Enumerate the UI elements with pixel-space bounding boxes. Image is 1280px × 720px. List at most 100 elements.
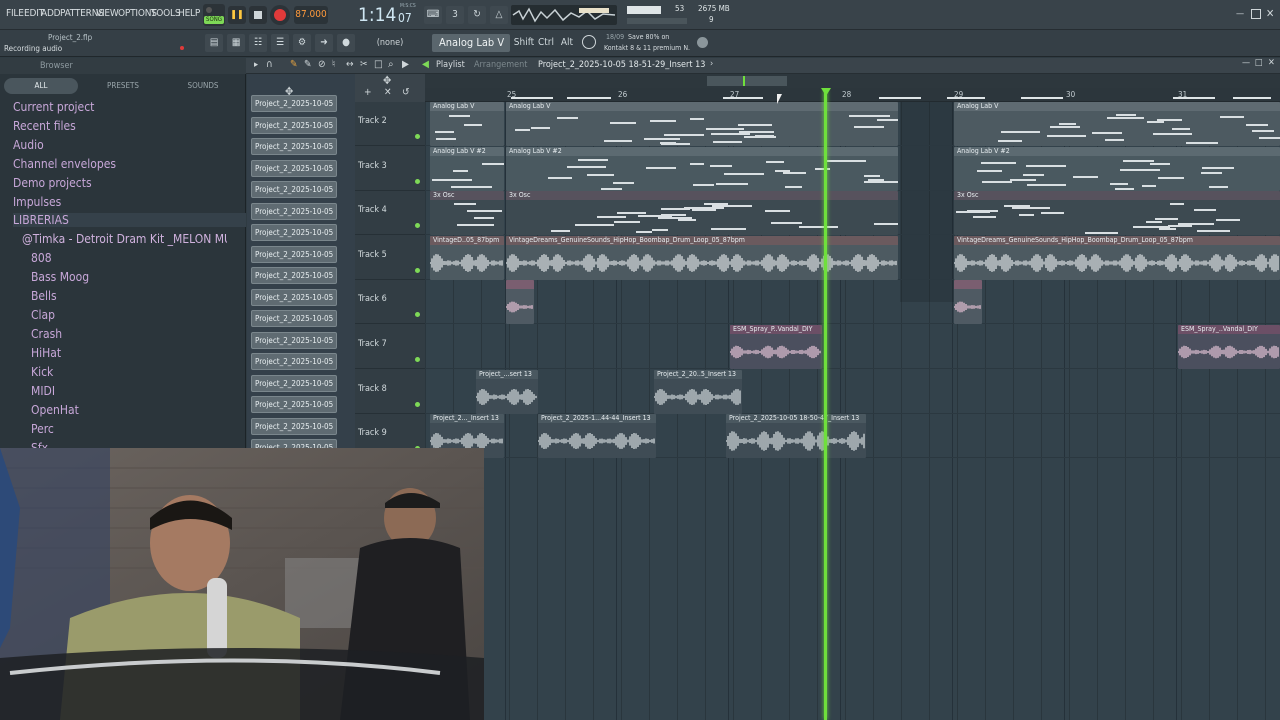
minimize-button[interactable]: — — [1236, 9, 1246, 19]
pattern-clip[interactable]: 3x Osc — [430, 191, 504, 236]
browser-kit-item[interactable]: Clap — [31, 308, 277, 322]
track-header[interactable]: Track 6 — [355, 280, 425, 325]
track-led-icon[interactable] — [415, 134, 420, 139]
step-edit-button[interactable]: 3 — [446, 6, 464, 24]
track-lane[interactable]: ESM_Spray_P..Vandal_DIY ESM_Spray_..Vanda… — [425, 325, 1280, 369]
track-header[interactable]: Track 5 — [355, 236, 425, 280]
playlist-minimize-icon[interactable]: — — [1242, 58, 1250, 68]
overview-window[interactable] — [707, 76, 787, 86]
browser-kit-item[interactable]: 808 — [31, 251, 277, 265]
paint-tool-icon[interactable]: ✎ — [304, 59, 312, 70]
audio-clip[interactable] — [506, 280, 534, 325]
browser-item-recent-files[interactable]: Recent files — [13, 119, 259, 133]
browser-item-current-project[interactable]: Current project — [13, 100, 259, 114]
project-clip-item[interactable]: Project_2_2025-10-05 1... — [251, 116, 337, 134]
track-header[interactable]: Track 7 — [355, 325, 425, 369]
browser-kit-item[interactable]: OpenHat — [31, 403, 277, 417]
track-options-icon[interactable]: ↺ — [402, 87, 410, 98]
browser-folder-kit[interactable]: @Timka - Detroit Dram Kit _MELON MUSIC_ — [22, 232, 227, 246]
track-led-icon[interactable] — [415, 178, 420, 184]
menu-file[interactable]: FILE — [6, 8, 24, 19]
tab-all[interactable]: ALL — [4, 78, 78, 94]
project-clip-item[interactable]: Project_2_2025-10-05 1... — [251, 181, 337, 198]
project-clip-item[interactable]: Project_2_2025-10-05 1... — [251, 245, 337, 263]
browser-item-channel-envelopes[interactable]: Channel envelopes — [13, 157, 259, 171]
playlist-close-icon[interactable]: ✕ — [1268, 58, 1275, 68]
menu-add[interactable]: ADD — [41, 8, 61, 19]
audio-clip[interactable]: VintageDreams_GenuineSounds_HipHop_Boomb… — [954, 235, 1280, 280]
track-lane[interactable]: VintageD..05_87bpm VintageDreams_GenuineS… — [425, 235, 1280, 280]
pattern-clip[interactable]: Analog Lab V — [954, 102, 1280, 146]
restore-button[interactable] — [1251, 9, 1261, 19]
shift-button[interactable]: Shift — [513, 34, 535, 52]
project-clip-item[interactable]: Project_2_2025-10-05 1... — [251, 353, 337, 370]
add-track-icon[interactable]: + — [364, 87, 372, 98]
project-clip-item[interactable]: Project_2_2025-10-05 1... — [251, 396, 337, 413]
project-clip-item[interactable]: Project_2_2025-10-05 1... — [251, 374, 337, 392]
audio-clip[interactable]: Project_2_20..5_Insert 13 — [654, 369, 742, 414]
track-led-icon[interactable] — [415, 267, 420, 273]
stop-button[interactable] — [249, 6, 267, 24]
metronome-button[interactable]: △ — [490, 6, 508, 24]
pattern-clip[interactable]: Analog Lab V #2 — [506, 146, 898, 191]
browser-kit-item[interactable]: Bells — [31, 289, 277, 303]
menu-help[interactable]: HELP — [178, 8, 200, 19]
track-lane[interactable]: Project_2..._Insert 13 Project_2_2025-1..… — [425, 414, 1280, 459]
project-clip-item[interactable]: Project_2_2025-10-05 1... — [251, 417, 337, 435]
remove-track-icon[interactable]: ✕ — [384, 87, 392, 98]
track-led-icon[interactable] — [415, 312, 420, 318]
audio-clip[interactable]: Project_...sert 13 — [476, 369, 538, 414]
project-clip-item[interactable]: Project_2_2025-10-05 1... — [251, 310, 337, 327]
browser-kit-item[interactable]: Perc — [31, 422, 277, 436]
pattern-clip[interactable]: 3x Osc — [506, 191, 898, 236]
overview-strip[interactable] — [425, 74, 1280, 88]
alt-button[interactable]: Alt — [559, 34, 575, 52]
slip-tool-icon[interactable]: ↔ — [346, 59, 354, 70]
playlist-maximize-icon[interactable]: □ — [1255, 58, 1263, 68]
audio-clip[interactable] — [954, 280, 982, 325]
project-clip-item[interactable]: Project_2_2025-10-05 1... — [251, 331, 337, 349]
browser-kit-item[interactable]: Crash — [31, 327, 277, 341]
browser-item-demo-projects[interactable]: Demo projects — [13, 176, 259, 190]
playback-tool-icon[interactable]: ▶ — [402, 59, 409, 70]
menu-view[interactable]: VIEW — [96, 8, 119, 19]
browser-kit-item[interactable]: Kick — [31, 365, 277, 379]
loop-record-button[interactable]: ↻ — [468, 6, 486, 24]
track-header[interactable]: Track 8 — [355, 370, 425, 414]
magnet-icon[interactable]: ∩ — [266, 59, 273, 70]
ctrl-button[interactable]: Ctrl — [537, 34, 555, 52]
play-button[interactable]: ❚❚ — [228, 6, 246, 24]
zoom-tool-icon[interactable]: ⌕ — [388, 59, 394, 70]
pattern-clip[interactable]: Analog Lab V #2 — [954, 146, 1280, 191]
track-lane[interactable]: Analog Lab V #2 Analog Lab V #2 Analog Lab… — [425, 146, 1280, 191]
browser-kit-item[interactable]: MIDI — [31, 384, 277, 398]
track-led-icon[interactable] — [415, 357, 420, 362]
audio-clip[interactable]: Project_2_2025-1...44-44_Insert 13 — [538, 414, 656, 459]
playlist-grid[interactable]: 25 26 27 28 29 30 31 Analog Lab V Analog Lab VA… — [425, 88, 1280, 720]
project-clip-item[interactable]: Project_2_2025-10-05 1... — [251, 159, 337, 177]
project-clip-item[interactable]: Project_2_2025-10-05 1... — [251, 202, 337, 220]
tab-presets[interactable]: PRESETS — [86, 78, 160, 94]
channel-rack-button[interactable]: ▦ — [227, 34, 245, 52]
pattern-selector[interactable]: Analog Lab V — [432, 34, 510, 52]
mute-tool-icon[interactable]: ♮ — [332, 59, 335, 70]
pattern-clip[interactable]: 3x Osc — [954, 191, 1280, 236]
arrow-button[interactable]: ➜ — [315, 34, 333, 52]
menu-tools[interactable]: TOOLS — [151, 8, 181, 19]
browser-kit-item[interactable]: Bass Moog — [31, 270, 277, 284]
time-ruler[interactable]: 25 26 27 28 29 30 31 — [425, 88, 1280, 102]
playlist-mode[interactable]: Arrangement — [474, 60, 527, 70]
browser-kit-item[interactable]: HiHat — [31, 346, 277, 360]
song-mode-toggle[interactable]: SONG — [203, 4, 225, 26]
playlist-button[interactable]: ▤ — [205, 34, 223, 52]
audio-clip[interactable]: ESM_Spray_..Vandal_DIY — [1178, 325, 1280, 369]
pattern-clip[interactable]: Analog Lab V #2 — [430, 146, 504, 191]
project-clip-item[interactable]: Project_2_2025-10-05 1... — [251, 95, 337, 112]
track-lane[interactable]: Project_...sert 13 Project_2_20..5_Insert… — [425, 369, 1280, 414]
track-header[interactable]: Track 3 — [355, 147, 425, 191]
audio-clip[interactable]: VintageDreams_GenuineSounds_HipHop_Boomb… — [506, 235, 898, 280]
playlist-play-icon[interactable]: ◀ — [422, 59, 429, 70]
tempo-display[interactable]: 87.000 — [294, 6, 328, 24]
playlist-arrow-icon[interactable]: ▸ — [254, 60, 258, 70]
select-tool-icon[interactable]: □ — [374, 59, 383, 70]
